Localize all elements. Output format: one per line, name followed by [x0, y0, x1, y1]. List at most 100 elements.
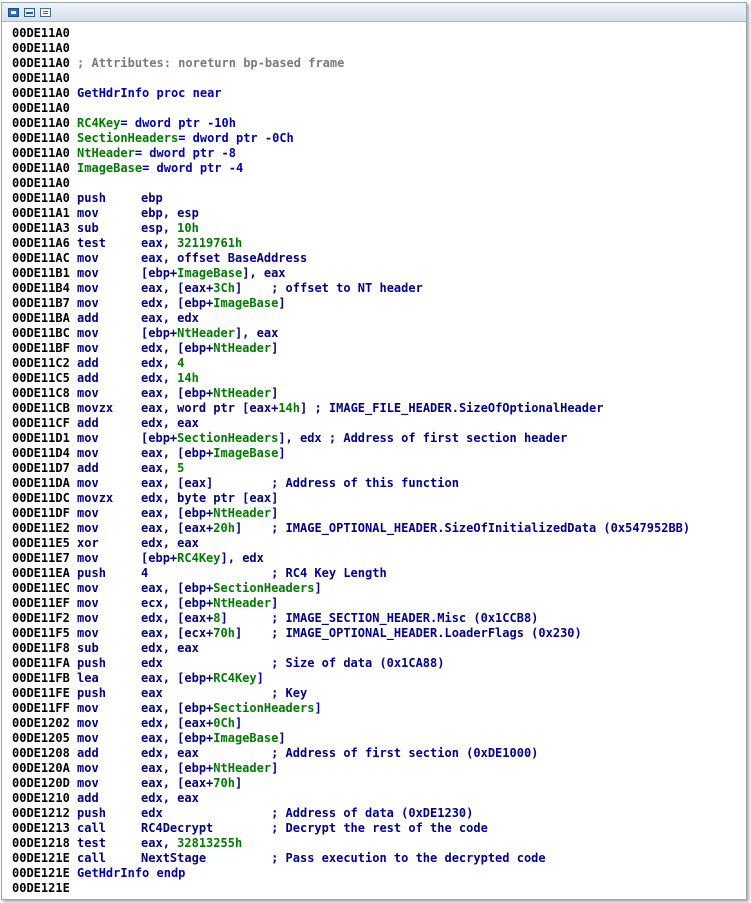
stack-variable-ref[interactable]: ImageBase — [177, 266, 242, 280]
instruction-operands[interactable]: edx, [ebp+NtHeader] — [141, 341, 278, 355]
stack-variable-ref[interactable]: NtHeader — [213, 506, 271, 520]
listing-line[interactable]: 00DE11FF mov eax, [ebp+SectionHeaders] — [12, 701, 690, 716]
instruction-operands[interactable]: RC4Decrypt — [141, 821, 271, 835]
listing-line[interactable]: 00DE11A0 RC4Key= dword ptr -10h — [12, 116, 690, 131]
stack-variable-name[interactable]: RC4Key — [77, 116, 120, 130]
stack-variable-ref[interactable]: NtHeader — [177, 326, 235, 340]
instruction-operands[interactable]: [ebp+NtHeader], eax — [141, 326, 278, 340]
instruction-operands[interactable]: edx, eax — [141, 416, 199, 430]
instruction-operands[interactable]: 4 — [141, 566, 271, 580]
listing-line[interactable]: 00DE1202 mov edx, [eax+0Ch] — [12, 716, 690, 731]
instruction-operands[interactable]: eax, edx — [141, 311, 199, 325]
instruction-operands[interactable]: [ebp+ImageBase], eax — [141, 266, 286, 280]
listing-line[interactable]: 00DE11A0 GetHdrInfo proc near — [12, 86, 690, 101]
listing-line[interactable]: 00DE11A0 — [12, 71, 690, 86]
stack-variable-ref[interactable]: RC4Key — [213, 671, 256, 685]
graph-view-icon[interactable] — [8, 7, 19, 17]
stack-variable-ref[interactable]: RC4Key — [177, 551, 220, 565]
stack-variable-ref[interactable]: SectionHeaders — [213, 581, 314, 595]
instruction-operands[interactable]: esp, 10h — [141, 221, 199, 235]
instruction-operands[interactable]: edx, 4 — [141, 356, 184, 370]
listing-line[interactable]: 00DE11EF mov ecx, [ebp+NtHeader] — [12, 596, 690, 611]
listing-line[interactable]: 00DE121E GetHdrInfo endp — [12, 866, 690, 881]
listing-line[interactable]: 00DE11B7 mov edx, [ebp+ImageBase] — [12, 296, 690, 311]
stack-variable-ref[interactable]: SectionHeaders — [213, 701, 314, 715]
instruction-operands[interactable]: eax, [ebp+NtHeader] — [141, 386, 278, 400]
instruction-operands[interactable]: eax, [eax+70h] — [141, 776, 242, 790]
listing-line[interactable]: 00DE121E call NextStage ; Pass execution … — [12, 851, 690, 866]
stack-variable-ref[interactable]: NtHeader — [213, 596, 271, 610]
listing-line[interactable]: 00DE11E5 xor edx, eax — [12, 536, 690, 551]
listing-line[interactable]: 00DE11A0 — [12, 26, 690, 41]
listing-line[interactable]: 00DE1212 push edx ; Address of data (0xDE… — [12, 806, 690, 821]
instruction-operands[interactable]: edx — [141, 806, 271, 820]
instruction-operands[interactable]: eax, word ptr [eax+14h] — [141, 401, 314, 415]
instruction-operands[interactable]: edx, byte ptr [eax] — [141, 491, 278, 505]
instruction-operands[interactable]: edx, 14h — [141, 371, 199, 385]
instruction-operands[interactable]: ecx, [ebp+NtHeader] — [141, 596, 278, 610]
listing-line[interactable]: 00DE11EA push 4 ; RC4 Key Length — [12, 566, 690, 581]
instruction-operands[interactable]: eax, [ecx+70h] — [141, 626, 271, 640]
instruction-operands[interactable]: edx, [ebp+ImageBase] — [141, 296, 286, 310]
listing-line[interactable]: 00DE11FA push edx ; Size of data (0x1CA88… — [12, 656, 690, 671]
listing-line[interactable]: 00DE11A0 push ebp — [12, 191, 690, 206]
text-view-icon[interactable] — [24, 7, 35, 17]
instruction-operands[interactable]: eax, [ebp+ImageBase] — [141, 446, 286, 460]
listing-line[interactable]: 00DE11FE push eax ; Key — [12, 686, 690, 701]
listing-line[interactable]: 00DE121E — [12, 881, 690, 896]
listing-line[interactable]: 00DE11C5 add edx, 14h — [12, 371, 690, 386]
listing-line[interactable]: 00DE11A1 mov ebp, esp — [12, 206, 690, 221]
listing-line[interactable]: 00DE11F8 sub edx, eax — [12, 641, 690, 656]
instruction-operands[interactable]: eax — [141, 686, 271, 700]
instruction-operands[interactable]: [ebp+SectionHeaders], edx — [141, 431, 329, 445]
function-label[interactable]: GetHdrInfo proc near — [77, 86, 222, 100]
instruction-operands[interactable]: ebp, esp — [141, 206, 199, 220]
instruction-operands[interactable]: edx, eax — [141, 791, 199, 805]
listing-line[interactable]: 00DE11E7 mov [ebp+RC4Key], edx — [12, 551, 690, 566]
listing-line[interactable]: 00DE11D1 mov [ebp+SectionHeaders], edx ; … — [12, 431, 690, 446]
listing-line[interactable]: 00DE11F5 mov eax, [ecx+70h] ; IMAGE_OPTIO… — [12, 626, 690, 641]
stack-variable-name[interactable]: ImageBase — [77, 161, 142, 175]
listing-line[interactable]: 00DE120D mov eax, [eax+70h] — [12, 776, 690, 791]
listing-line[interactable]: 00DE11DA mov eax, [eax] ; Address of this… — [12, 476, 690, 491]
listing-line[interactable]: 00DE11E2 mov eax, [eax+20h] ; IMAGE_OPTIO… — [12, 521, 690, 536]
instruction-operands[interactable]: edx, eax — [141, 746, 271, 760]
listing-line[interactable]: 00DE1213 call RC4Decrypt ; Decrypt the re… — [12, 821, 690, 836]
stack-variable-ref[interactable]: NtHeader — [213, 341, 271, 355]
hex-view-icon[interactable] — [40, 7, 51, 17]
listing-line[interactable]: 00DE120A mov eax, [ebp+NtHeader] — [12, 761, 690, 776]
instruction-operands[interactable]: eax, [ebp+NtHeader] — [141, 761, 278, 775]
function-label[interactable]: GetHdrInfo endp — [77, 866, 185, 880]
listing-line[interactable]: 00DE1218 test eax, 32813255h — [12, 836, 690, 851]
listing-line[interactable]: 00DE11A0 — [12, 176, 690, 191]
listing-line[interactable]: 00DE11C8 mov eax, [ebp+NtHeader] — [12, 386, 690, 401]
listing-line[interactable]: 00DE11F2 mov edx, [eax+8] ; IMAGE_SECTION… — [12, 611, 690, 626]
instruction-operands[interactable]: eax, [ebp+RC4Key] — [141, 671, 264, 685]
instruction-operands[interactable]: edx, eax — [141, 536, 199, 550]
listing-line[interactable]: 00DE11B4 mov eax, [eax+3Ch] ; offset to N… — [12, 281, 690, 296]
listing-line[interactable]: 00DE11A0 ImageBase= dword ptr -4 — [12, 161, 690, 176]
listing-line[interactable]: 00DE11CF add edx, eax — [12, 416, 690, 431]
stack-variable-ref[interactable]: NtHeader — [213, 386, 271, 400]
listing-line[interactable]: 00DE11A0 NtHeader= dword ptr -8 — [12, 146, 690, 161]
listing-line[interactable]: 00DE11DF mov eax, [ebp+NtHeader] — [12, 506, 690, 521]
instruction-operands[interactable]: edx, [eax+0Ch] — [141, 716, 242, 730]
listing-line[interactable]: 00DE11A0 ; Attributes: noreturn bp-based… — [12, 56, 690, 71]
instruction-operands[interactable]: eax, 32813255h — [141, 836, 242, 850]
listing-line[interactable]: 00DE11A6 test eax, 32119761h — [12, 236, 690, 251]
listing-line[interactable]: 00DE11AC mov eax, offset BaseAddress — [12, 251, 690, 266]
listing-line[interactable]: 00DE1208 add edx, eax ; Address of first … — [12, 746, 690, 761]
stack-variable-name[interactable]: SectionHeaders — [77, 131, 178, 145]
stack-variable-ref[interactable]: ImageBase — [213, 296, 278, 310]
listing-line[interactable]: 00DE11DC movzx edx, byte ptr [eax] — [12, 491, 690, 506]
instruction-operands[interactable]: eax, [ebp+SectionHeaders] — [141, 581, 322, 595]
listing-line[interactable]: 00DE11A3 sub esp, 10h — [12, 221, 690, 236]
instruction-operands[interactable]: [ebp+RC4Key], edx — [141, 551, 264, 565]
listing-line[interactable]: 00DE11C2 add edx, 4 — [12, 356, 690, 371]
instruction-operands[interactable]: eax, [ebp+SectionHeaders] — [141, 701, 322, 715]
instruction-operands[interactable]: NextStage — [141, 851, 271, 865]
stack-variable-ref[interactable]: ImageBase — [213, 731, 278, 745]
instruction-operands[interactable]: eax, [ebp+NtHeader] — [141, 506, 278, 520]
instruction-operands[interactable]: edx, eax — [141, 641, 199, 655]
listing-line[interactable]: 00DE11A0 — [12, 101, 690, 116]
